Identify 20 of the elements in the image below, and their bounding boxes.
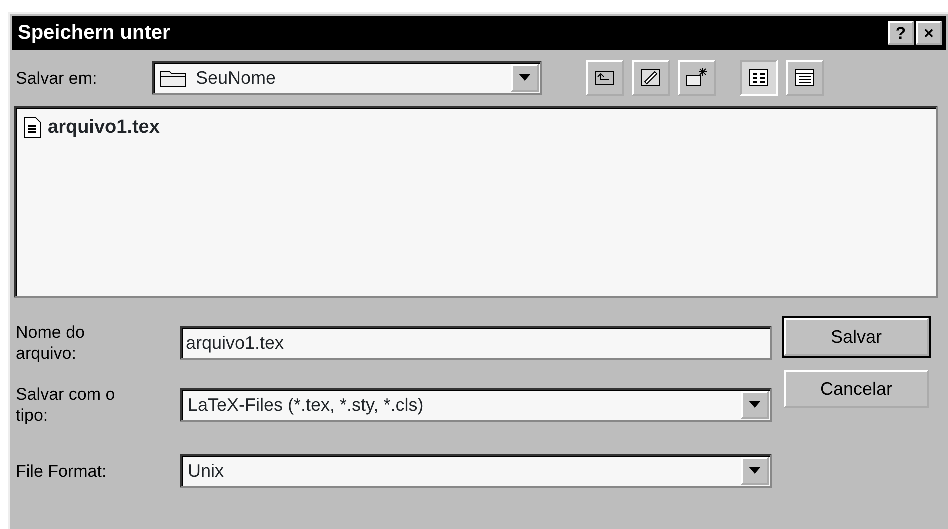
save-button[interactable]: Salvar bbox=[784, 318, 929, 356]
document-icon bbox=[24, 117, 42, 140]
help-button[interactable]: ? bbox=[888, 21, 914, 45]
field-label: Nome do arquivo: bbox=[16, 322, 86, 364]
new-folder-button[interactable] bbox=[678, 60, 716, 96]
file-name-field[interactable]: arquivo1.tex bbox=[180, 326, 772, 360]
save-in-dropdown[interactable]: SeuNome bbox=[152, 61, 542, 95]
file-format-dropdown[interactable]: Unix bbox=[180, 454, 772, 488]
save-in-value: SeuNome bbox=[196, 66, 276, 90]
window-title: Speichern unter bbox=[18, 21, 172, 46]
details-view-button[interactable] bbox=[786, 60, 824, 96]
close-button[interactable]: × bbox=[916, 21, 942, 45]
field-label: Salvar com o tipo: bbox=[16, 384, 116, 426]
list-view-button[interactable] bbox=[740, 60, 778, 96]
field-label: File Format: bbox=[16, 460, 108, 482]
save-in-label: Salvar em: bbox=[16, 68, 98, 88]
cancel-button[interactable]: Cancelar bbox=[784, 370, 929, 408]
file-item[interactable]: arquivo1.tex bbox=[24, 114, 928, 142]
file-type-dropdown[interactable]: LaTeX-Files (*.tex, *.sty, *.cls) bbox=[180, 388, 772, 422]
up-folder-button[interactable] bbox=[586, 60, 624, 96]
